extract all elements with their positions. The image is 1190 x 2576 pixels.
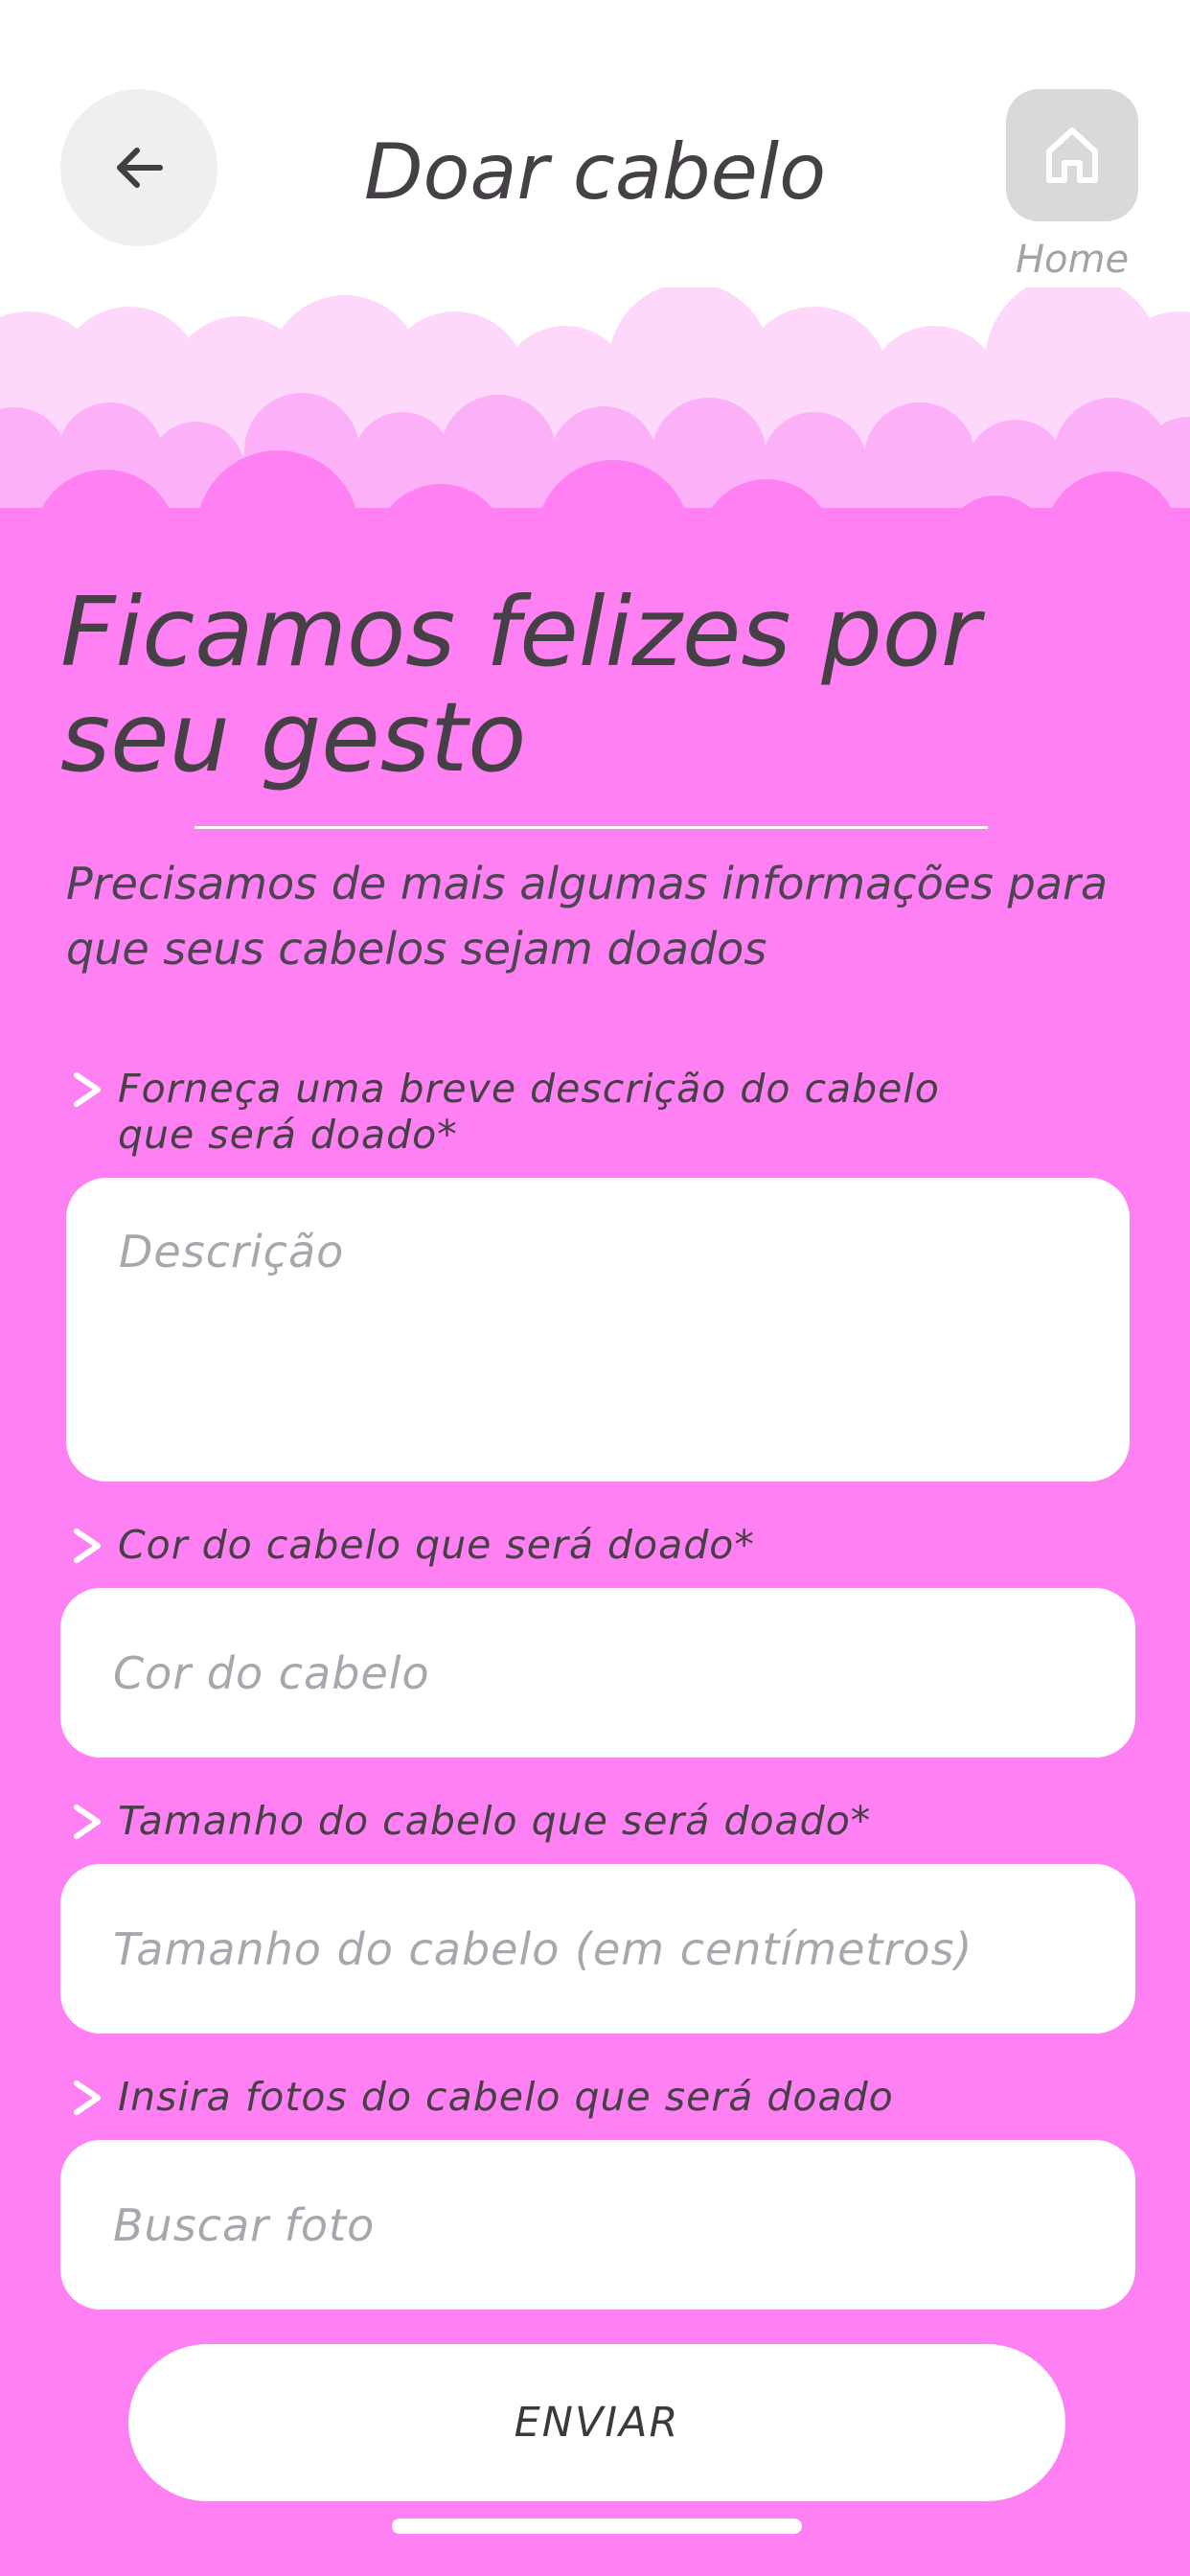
description-label-line-2: que será doado*	[118, 1112, 458, 1158]
color-input[interactable]: Cor do cabelo	[60, 1588, 1135, 1758]
size-label: Tamanho do cabelo que será doado*	[118, 1798, 872, 1844]
color-label: Cor do cabelo que será doado*	[118, 1522, 755, 1568]
submit-button[interactable]: ENVIAR	[128, 2344, 1065, 2501]
hero-heading: Ficamos felizes por seu gesto	[60, 580, 1114, 791]
subtitle: Precisamos de mais algumas informações p…	[66, 851, 1158, 981]
subtitle-line-1: Precisamos de mais algumas informações p…	[66, 858, 1109, 909]
chevron-right-icon	[74, 1072, 101, 1107]
home-button[interactable]	[1006, 89, 1138, 221]
subtitle-line-2: que seus cabelos sejam doados	[66, 923, 767, 975]
header: Doar cabelo Home	[0, 0, 1190, 316]
photos-label: Insira fotos do cabelo que será doado	[118, 2074, 894, 2120]
divider	[195, 826, 988, 829]
cloud-decoration	[0, 288, 1190, 546]
chevron-right-icon	[74, 2081, 101, 2115]
home-label: Home	[1015, 238, 1130, 282]
chevron-right-icon	[74, 1529, 101, 1563]
home-icon	[1046, 127, 1098, 183]
hero-heading-line-2: seu gesto	[60, 681, 527, 794]
chevron-right-icon	[74, 1805, 101, 1839]
description-textarea[interactable]: Descrição	[66, 1178, 1130, 1482]
description-label: Forneça uma breve descrição do cabelo qu…	[118, 1066, 1057, 1158]
size-input[interactable]: Tamanho do cabelo (em centímetros)	[60, 1864, 1135, 2034]
home-indicator	[392, 2518, 802, 2534]
description-label-line-1: Forneça uma breve descrição do cabelo	[118, 1066, 940, 1112]
hero-heading-line-1: Ficamos felizes por	[60, 576, 981, 688]
photo-search-input[interactable]: Buscar foto	[60, 2140, 1135, 2310]
